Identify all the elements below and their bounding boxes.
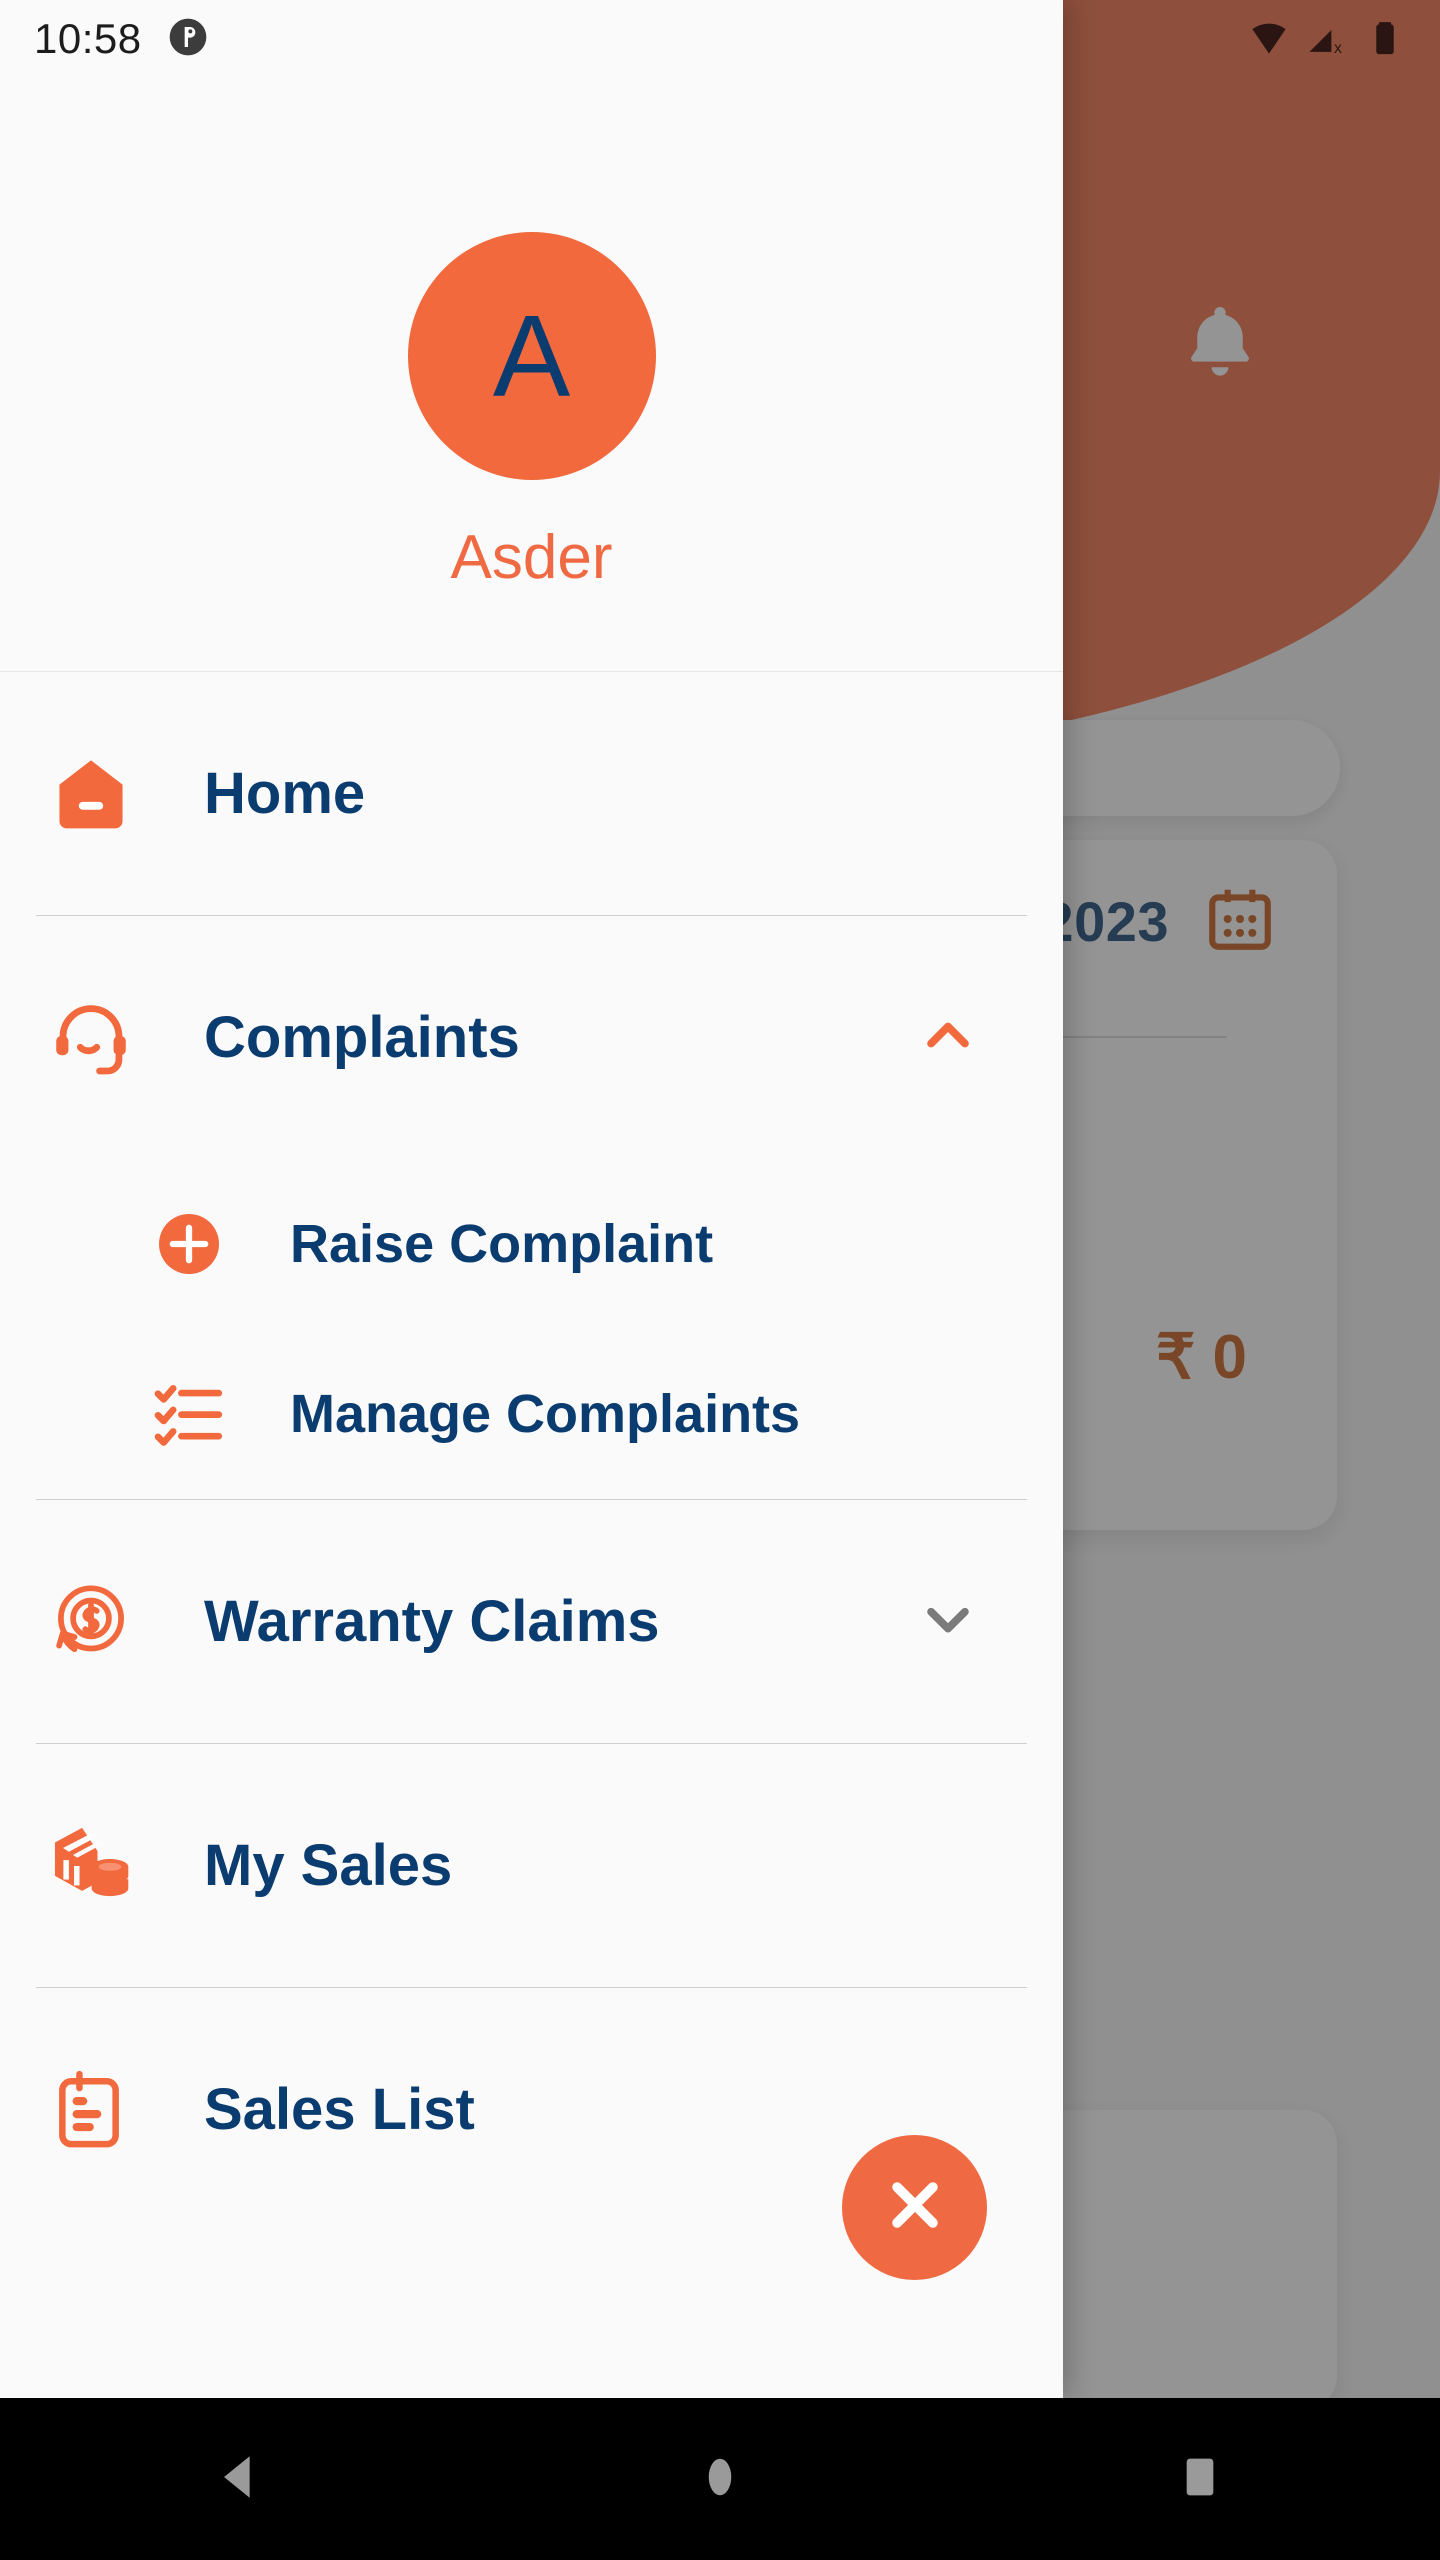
sidebar-item-home[interactable]: Home [0,672,1063,915]
plus-circle-icon [146,1208,232,1280]
sidebar-item-label: Warranty Claims [204,1589,660,1654]
recents-square-icon [1175,2452,1225,2507]
home-icon [48,751,158,837]
checklist-icon [146,1376,232,1452]
avatar-initial: A [492,291,571,421]
sidebar-item-label: Home [204,761,366,826]
headset-support-icon [48,995,158,1081]
sidebar-item-label: My Sales [204,1833,453,1898]
nav-back-button[interactable] [140,2398,340,2560]
navigation-drawer: A Asder Home Complaints Raise Complaint … [0,0,1063,2398]
sidebar-item-complaints[interactable]: Complaints [0,916,1063,1159]
notification-bell-icon[interactable] [1178,300,1262,384]
sidebar-subitem-label: Manage Complaints [290,1384,801,1444]
phone-screen: 5/2023 Scan [0,0,1440,2560]
back-triangle-icon [211,2448,269,2511]
android-navigation-bar [0,2398,1440,2560]
profile-username: Asder [450,523,613,592]
sidebar-subitem-manage-complaints[interactable]: Manage Complaints [0,1329,1063,1499]
nav-recents-button[interactable] [1100,2398,1300,2560]
sidebar-item-warranty-claims[interactable]: Warranty Claims [0,1500,1063,1743]
close-drawer-button[interactable] [842,2135,987,2280]
avatar[interactable]: A [407,232,656,480]
amount-value: ₹ 0 [1155,1323,1247,1392]
sidebar-subitem-label: Raise Complaint [290,1214,714,1274]
chevron-down-icon[interactable] [919,1590,977,1653]
home-circle-icon [694,2451,746,2508]
nav-home-button[interactable] [620,2398,820,2560]
sidebar-item-label: Sales List [204,2077,475,2142]
package-coins-icon [48,1822,158,1910]
sidebar-item-label: Complaints [204,1005,520,1070]
calendar-icon[interactable] [1203,882,1277,961]
drawer-profile-header: A Asder [0,0,1063,672]
money-refund-icon [48,1579,158,1665]
sidebar-item-my-sales[interactable]: My Sales [0,1744,1063,1987]
sidebar-subitem-raise-complaint[interactable]: Raise Complaint [0,1159,1063,1329]
chevron-up-icon[interactable] [919,1006,977,1069]
close-x-icon [876,2166,954,2249]
clipboard-list-icon [48,2069,158,2151]
